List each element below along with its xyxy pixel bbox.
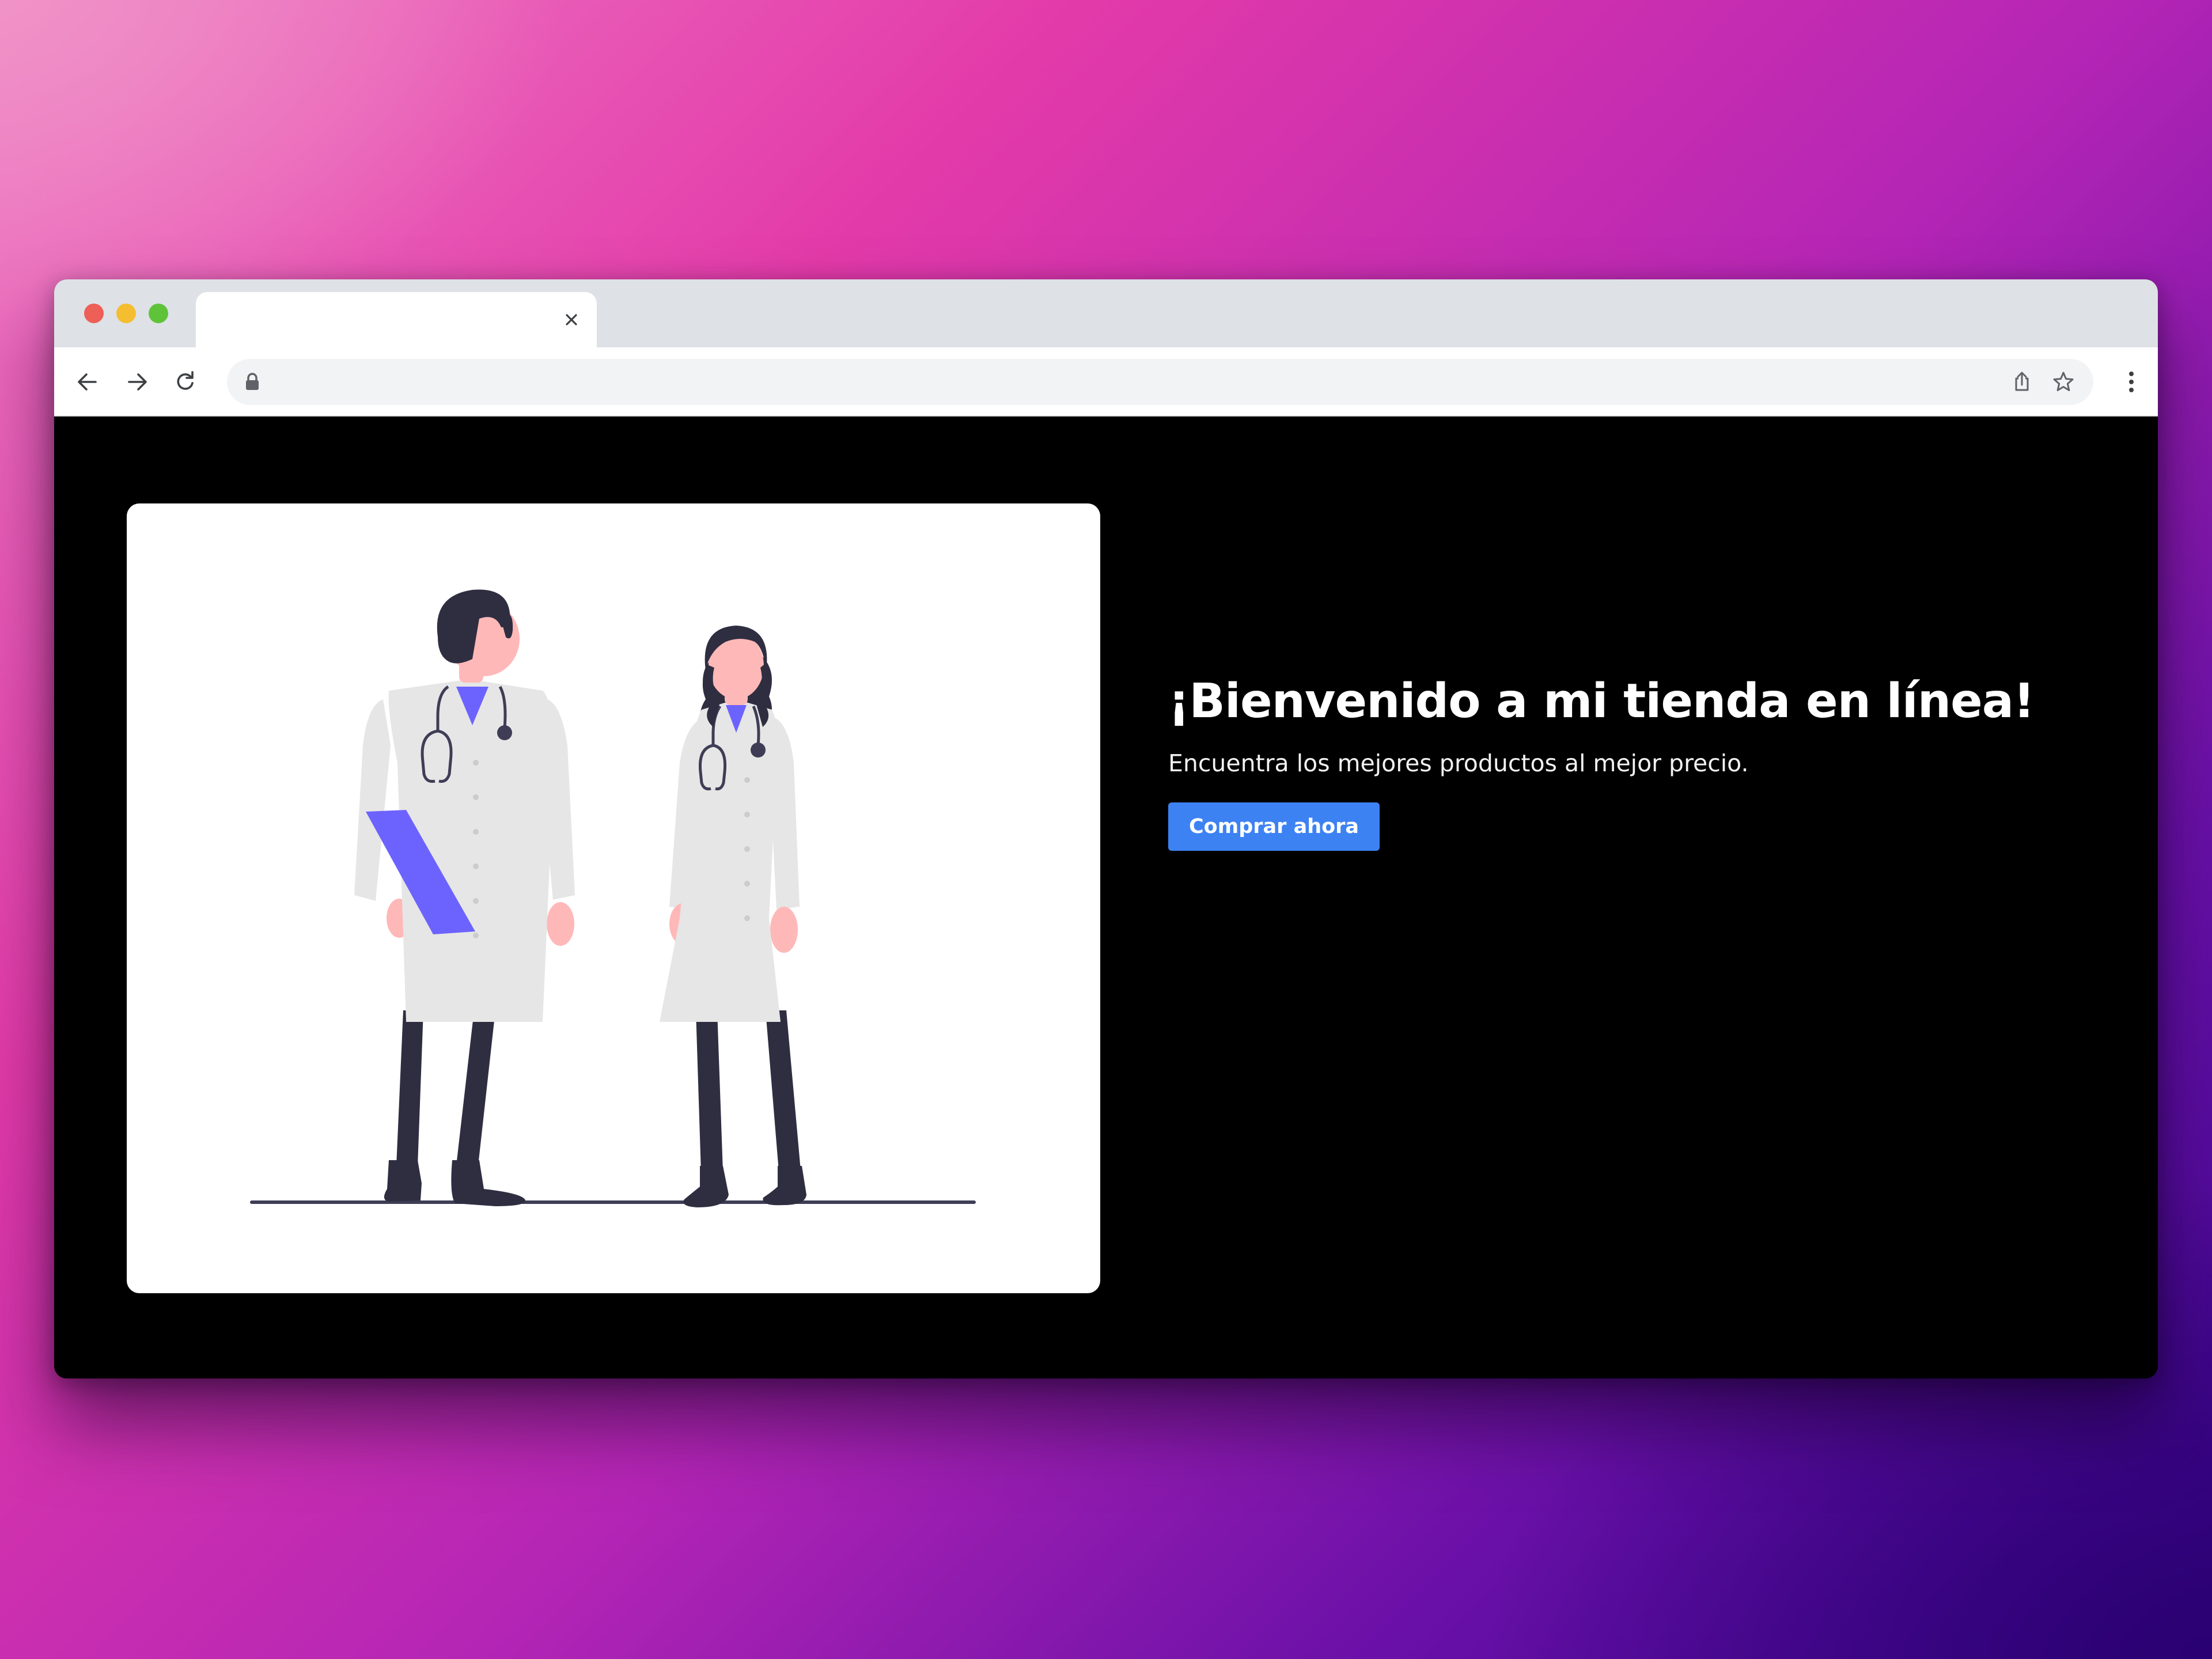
minimize-window-button[interactable] [116, 304, 136, 323]
buy-now-button[interactable]: Comprar ahora [1168, 802, 1380, 851]
reload-icon[interactable] [172, 368, 199, 396]
hero-image-card [127, 503, 1100, 1293]
hero-text-block: ¡Bienvenido a mi tienda en línea! Encuen… [1168, 673, 2067, 851]
browser-toolbar [54, 347, 2158, 416]
maximize-window-button[interactable] [149, 304, 168, 323]
share-icon[interactable] [2009, 369, 2035, 395]
address-bar[interactable] [227, 359, 2093, 405]
arrow-right-icon[interactable] [123, 368, 151, 396]
female-doctor-figure [660, 626, 806, 1207]
browser-tab[interactable] [196, 292, 597, 347]
two-doctors-illustration [250, 589, 976, 1207]
arrow-left-icon[interactable] [74, 368, 101, 396]
star-icon[interactable] [2051, 369, 2076, 395]
tab-bar [54, 279, 2158, 347]
hero-subtitle: Encuentra los mejores productos al mejor… [1168, 749, 1749, 778]
lock-icon [243, 372, 262, 392]
close-icon[interactable] [560, 308, 583, 331]
hero-title: ¡Bienvenido a mi tienda en línea! [1168, 674, 2035, 729]
page-content: ¡Bienvenido a mi tienda en línea! Encuen… [54, 416, 2158, 1378]
male-doctor-figure [354, 589, 575, 1206]
browser-window: ¡Bienvenido a mi tienda en línea! Encuen… [54, 279, 2158, 1378]
kebab-menu-icon[interactable] [2126, 369, 2137, 395]
close-window-button[interactable] [84, 304, 104, 323]
